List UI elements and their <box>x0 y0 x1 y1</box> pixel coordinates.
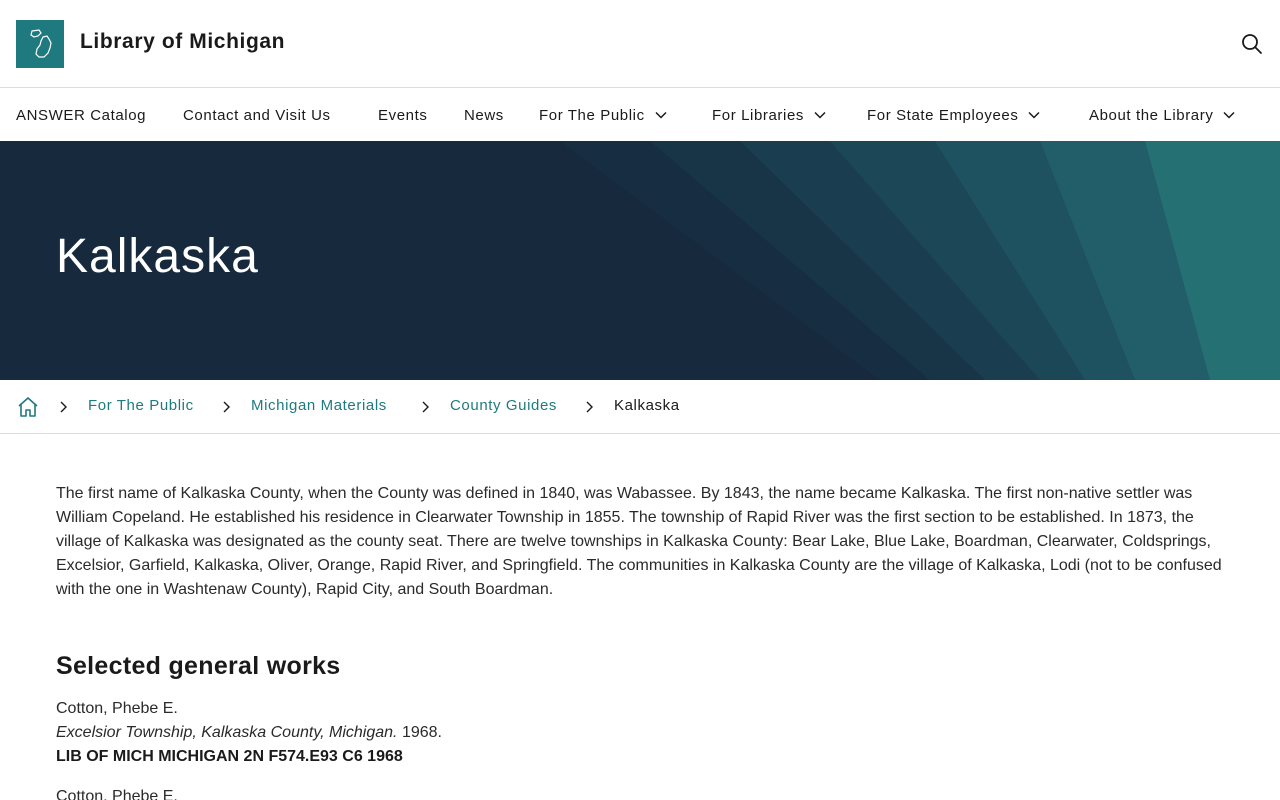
breadcrumb-home-link[interactable] <box>16 395 40 419</box>
chevron-down-icon <box>655 111 667 119</box>
site-title[interactable]: Library of Michigan <box>80 30 285 54</box>
breadcrumb: For The Public Michigan Materials County… <box>0 380 1280 434</box>
chevron-down-icon <box>814 111 826 119</box>
logo[interactable] <box>16 20 64 68</box>
nav-item-label: ANSWER Catalog <box>16 106 147 124</box>
work-author: Cotton, Phebe E. <box>56 788 178 800</box>
work-title: Excelsior Township, Kalkaska County, Mic… <box>56 724 398 741</box>
breadcrumb-link-for-the-public[interactable]: For The Public <box>88 397 194 414</box>
work-entry: Cotton, Phebe E. <box>56 785 1224 800</box>
page-title: Kalkaska <box>56 230 259 283</box>
nav-item-answer-catalog[interactable]: ANSWER Catalog <box>16 89 146 141</box>
chevron-down-icon <box>1223 111 1235 119</box>
breadcrumb-link-michigan-materials[interactable]: Michigan Materials <box>251 397 387 414</box>
search-button[interactable] <box>1238 30 1266 58</box>
main-nav: ANSWER Catalog Contact and Visit Us Even… <box>0 89 1280 141</box>
nav-item-contact-and-visit-us[interactable]: Contact and Visit Us <box>183 89 331 141</box>
nav-item-label: About the Library <box>1089 106 1214 124</box>
nav-item-label: For State Employees <box>867 106 1019 124</box>
breadcrumb-link-county-guides[interactable]: County Guides <box>450 397 557 414</box>
chevron-down-icon <box>1028 111 1040 119</box>
nav-item-for-state-employees[interactable]: For State Employees <box>867 89 1040 141</box>
michigan-map-icon <box>30 29 52 58</box>
work-year: 1968. <box>401 724 442 741</box>
chevron-right-icon <box>422 401 429 413</box>
work-title-line: Excelsior Township, Kalkaska County, Mic… <box>56 721 1224 745</box>
nav-item-label: For The Public <box>539 106 645 124</box>
breadcrumb-current: Kalkaska <box>614 397 680 414</box>
work-author: Cotton, Phebe E. <box>56 700 178 717</box>
intro-paragraph: The first name of Kalkaska County, when … <box>56 485 1222 598</box>
nav-item-label: Events <box>378 106 428 124</box>
work-entry: Cotton, Phebe E. Excelsior Township, Kal… <box>56 697 1224 769</box>
section-heading: Selected general works <box>56 652 341 680</box>
site-header: Library of Michigan <box>0 0 1280 88</box>
search-icon <box>1242 34 1262 54</box>
main-content: The first name of Kalkaska County, when … <box>56 482 1224 800</box>
home-icon <box>18 397 38 417</box>
nav-item-label: Contact and Visit Us <box>183 106 331 124</box>
nav-item-news[interactable]: News <box>464 89 504 141</box>
hero-banner: Kalkaska <box>0 141 1280 380</box>
nav-item-for-the-public[interactable]: For The Public <box>539 89 667 141</box>
nav-item-events[interactable]: Events <box>378 89 427 141</box>
nav-item-label: News <box>464 106 504 124</box>
nav-item-label: For Libraries <box>712 106 804 124</box>
nav-item-about-the-library[interactable]: About the Library <box>1089 89 1235 141</box>
chevron-right-icon <box>223 401 230 413</box>
work-call-number: LIB OF MICH MICHIGAN 2N F574.E93 C6 1968 <box>56 748 403 765</box>
chevron-right-icon <box>586 401 593 413</box>
nav-item-for-libraries[interactable]: For Libraries <box>712 89 826 141</box>
chevron-right-icon <box>60 401 67 413</box>
